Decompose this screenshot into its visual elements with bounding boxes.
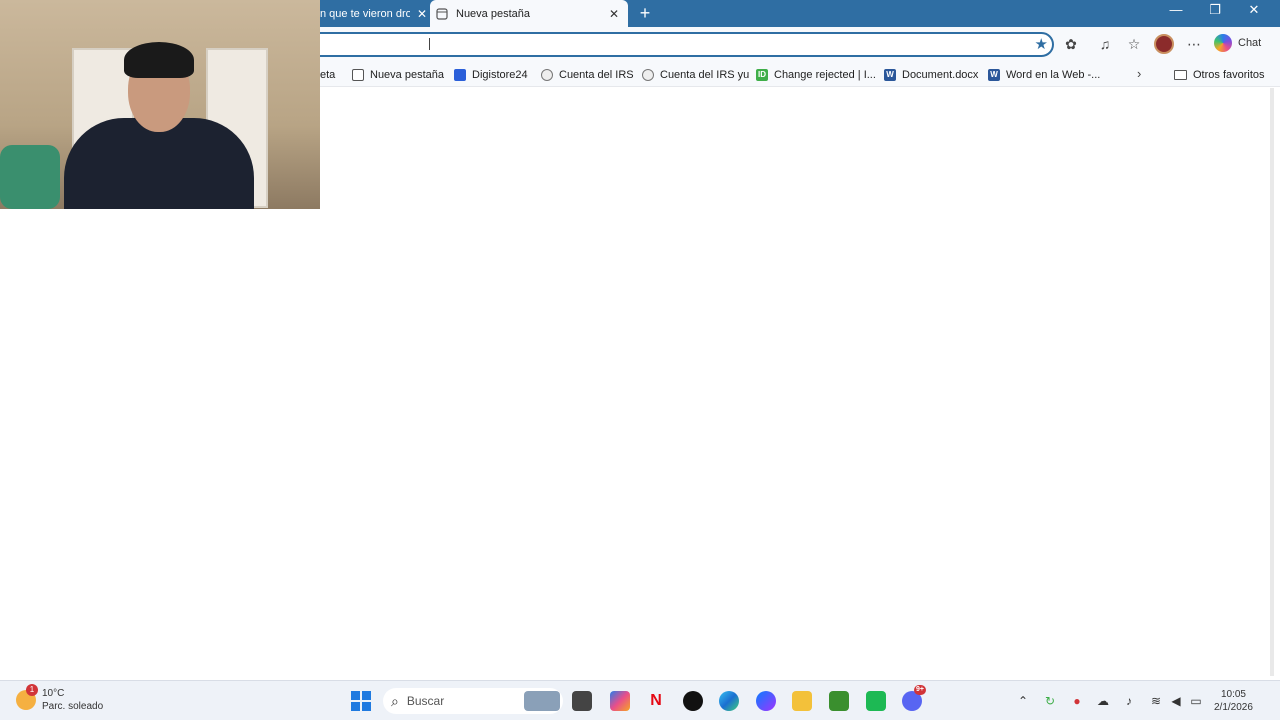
favorites-icon[interactable]: ☆ — [1124, 34, 1144, 54]
battery-icon[interactable]: ▭ — [1188, 693, 1204, 709]
text-cursor — [429, 38, 430, 50]
favorite-item[interactable]: Cuenta del IRS — [541, 67, 634, 83]
page-icon — [436, 7, 448, 20]
favorite-label: Otros favoritos — [1193, 69, 1265, 81]
notification-badge: 1 — [26, 684, 38, 696]
netflix-icon[interactable]: N — [646, 691, 666, 711]
more-options-icon[interactable]: ⋯ — [1184, 34, 1204, 54]
sync-icon[interactable]: ↻ — [1042, 693, 1058, 709]
task-view-icon[interactable] — [572, 691, 592, 711]
favorite-label: Word en la Web -... — [1006, 69, 1101, 81]
copilot-icon[interactable] — [610, 691, 630, 711]
notification-badge: 9+ — [914, 685, 926, 695]
favorite-star-icon[interactable]: ★ — [1035, 35, 1048, 55]
microphone-icon[interactable]: ♪ — [1121, 693, 1137, 709]
digistore-icon — [454, 69, 466, 81]
tab-background[interactable]: n que te vieron drog ✕ — [318, 0, 430, 27]
id-icon: ID — [756, 69, 768, 81]
discord-icon[interactable]: 9+ — [902, 685, 926, 711]
favorite-label: Change rejected | I... — [774, 69, 876, 81]
favorite-label: Document.docx — [902, 69, 979, 81]
favorite-label: Digistore24 — [472, 69, 528, 81]
close-icon[interactable]: ✕ — [606, 6, 622, 22]
close-window-button[interactable]: ✕ — [1236, 0, 1272, 22]
cloud-icon[interactable]: ☁ — [1095, 693, 1111, 709]
clock[interactable]: 10:05 2/1/2026 — [1214, 688, 1253, 714]
chevron-right-icon[interactable]: › — [1137, 66, 1141, 81]
word-icon: W — [988, 69, 1000, 81]
clock-time: 10:05 — [1220, 689, 1246, 700]
taskbar: 1 10°C Parc. soleado ⌕ Buscar N 9+ ⌃ ↻ ●… — [0, 680, 1280, 720]
copilot-icon — [1214, 34, 1232, 52]
weather-condition: Parc. soleado — [42, 701, 104, 712]
app-icon[interactable] — [866, 691, 886, 711]
weather-text: 10°C Parc. soleado — [42, 687, 103, 713]
webcam-overlay — [0, 0, 320, 209]
folder-icon[interactable] — [792, 691, 812, 711]
favorite-label: Cuenta del IRS yu — [660, 69, 750, 81]
minecraft-icon[interactable] — [829, 691, 849, 711]
chat-label: Chat — [1238, 37, 1262, 49]
favorite-label: Nueva pestaña — [370, 69, 444, 81]
favorite-item[interactable]: Cuenta del IRS yu — [642, 67, 749, 83]
tab-label: Nueva pestaña — [456, 7, 530, 20]
page-icon — [352, 69, 364, 81]
address-bar[interactable]: ★ — [300, 32, 1054, 57]
other-favorites[interactable]: Otros favoritos — [1174, 67, 1265, 83]
tiktok-icon[interactable] — [683, 691, 703, 711]
search-icon: ⌕ — [391, 692, 399, 709]
clock-date: 2/1/2026 — [1214, 702, 1253, 713]
maximize-button[interactable]: ❐ — [1197, 0, 1233, 22]
favorite-item[interactable]: W Word en la Web -... — [988, 67, 1100, 83]
tab-label: n que te vieron drog — [320, 7, 410, 20]
chat-button[interactable]: Chat — [1214, 33, 1261, 53]
new-tab-button[interactable]: + — [634, 2, 656, 24]
weather-temp: 10°C — [42, 688, 65, 699]
folder-icon — [1174, 70, 1187, 80]
close-icon[interactable]: ✕ — [414, 6, 430, 22]
tab-active[interactable]: Nueva pestaña ✕ — [430, 0, 628, 27]
browser-essentials-icon[interactable]: ♫ — [1095, 34, 1115, 54]
irs-icon — [541, 69, 553, 81]
favorite-label: eta — [320, 69, 336, 81]
scrollbar[interactable] — [1270, 88, 1274, 676]
app-tray-icon[interactable]: ● — [1069, 693, 1085, 709]
minimize-button[interactable]: — — [1158, 0, 1194, 22]
edge-icon[interactable] — [719, 691, 739, 711]
file-explorer-thumbnail-icon[interactable] — [524, 691, 560, 711]
extensions-icon[interactable]: ✿ — [1061, 34, 1081, 54]
chevron-up-icon[interactable]: ⌃ — [1015, 693, 1031, 709]
word-icon: W — [884, 69, 896, 81]
volume-icon[interactable]: ◀ — [1168, 693, 1184, 709]
favorite-item[interactable]: eta — [320, 67, 335, 83]
favorite-label: Cuenta del IRS — [559, 69, 634, 81]
profile-avatar[interactable] — [1154, 34, 1174, 54]
favorite-item[interactable]: Nueva pestaña — [352, 67, 444, 83]
windows-start-icon[interactable] — [351, 691, 371, 711]
irs-icon — [642, 69, 654, 81]
favorite-item[interactable]: ID Change rejected | I... — [756, 67, 876, 83]
person-hair — [124, 42, 194, 78]
sun-icon: 1 — [16, 684, 38, 710]
favorite-item[interactable]: W Document.docx — [884, 67, 978, 83]
search-label: Buscar — [406, 694, 445, 708]
chair — [0, 145, 60, 209]
messenger-icon[interactable] — [756, 691, 776, 711]
wifi-icon[interactable]: ≋ — [1148, 693, 1164, 709]
weather-widget[interactable]: 1 10°C Parc. soleado — [16, 684, 103, 713]
favorite-item[interactable]: Digistore24 — [454, 67, 528, 83]
